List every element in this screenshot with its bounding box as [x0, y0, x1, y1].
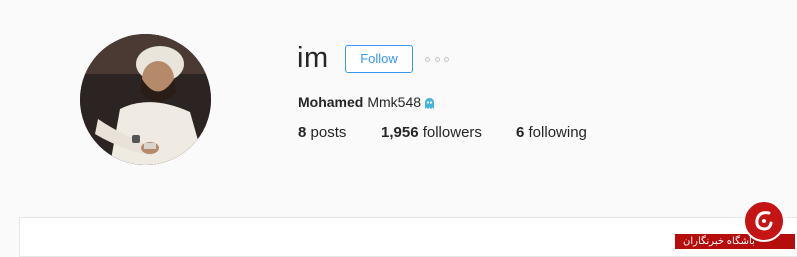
profile-fullname: Mohamed Mmk548	[298, 93, 436, 111]
more-dot	[425, 56, 430, 62]
follow-button[interactable]: Follow	[345, 45, 413, 73]
posts-count: 8	[298, 124, 307, 141]
following-count: 6	[516, 124, 525, 141]
stat-posts: 8 posts	[298, 124, 346, 142]
watermark-emblem-icon	[743, 200, 785, 242]
followers-label: followers	[422, 124, 482, 141]
posts-label: posts	[310, 124, 347, 141]
avatar-photo	[80, 34, 211, 165]
fullname-rest: Mmk548	[367, 94, 422, 110]
followers-count: 1,956	[381, 124, 419, 141]
more-options-icon[interactable]	[425, 53, 449, 65]
stat-following[interactable]: 6 following	[516, 124, 587, 142]
ghost-emoji-icon	[423, 96, 436, 109]
following-label: following	[528, 124, 587, 141]
profile-username: im	[297, 42, 329, 74]
profile-avatar[interactable]	[80, 34, 211, 165]
more-dot	[444, 56, 449, 62]
watermark-logo: باشگاه خبرنگاران	[675, 200, 795, 252]
more-dot	[434, 56, 440, 62]
stat-followers[interactable]: 1,956 followers	[381, 124, 482, 142]
fullname-first: Mohamed	[298, 94, 364, 110]
